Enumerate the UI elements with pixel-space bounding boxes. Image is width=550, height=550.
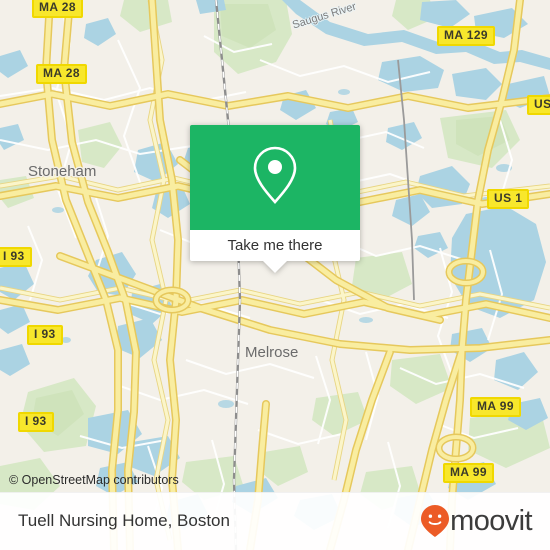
moovit-smiley-pin-icon xyxy=(420,504,450,538)
highway-shield-ma-99[interactable]: MA 99 xyxy=(470,397,521,417)
callout-action-bar[interactable]: Take me there xyxy=(190,230,360,273)
moovit-wordmark: moovit xyxy=(450,504,532,537)
highway-shield-i-93-north[interactable]: I 93 xyxy=(0,247,32,267)
highway-shield-i-93-mid[interactable]: I 93 xyxy=(27,325,63,345)
callout-pointer-tail xyxy=(263,261,287,273)
highway-shield-i-93-south[interactable]: I 93 xyxy=(18,412,54,432)
place-label-melrose: Melrose xyxy=(245,344,299,361)
location-callout[interactable]: Take me there xyxy=(190,125,360,273)
map-screenshot: Stoneham Melrose Saugus River MA 28 MA 2… xyxy=(0,0,550,550)
footer-bar: Tuell Nursing Home, Boston moovit xyxy=(0,492,550,550)
highway-shield-ma-99-south[interactable]: MA 99 xyxy=(443,463,494,483)
place-title: Tuell Nursing Home, Boston xyxy=(18,511,230,530)
highway-shield-us-1-top[interactable]: US 1 xyxy=(527,95,550,115)
callout-image-panel xyxy=(190,125,360,230)
osm-attribution[interactable]: © OpenStreetMap contributors xyxy=(9,473,179,487)
map-canvas[interactable]: Stoneham Melrose Saugus River MA 28 MA 2… xyxy=(0,0,550,550)
highway-shield-ma-28-north[interactable]: MA 28 xyxy=(32,0,83,18)
footer-divider xyxy=(0,492,550,493)
highway-shield-ma-28[interactable]: MA 28 xyxy=(36,64,87,84)
take-me-there-label: Take me there xyxy=(227,237,323,254)
highway-shield-us-1[interactable]: US 1 xyxy=(487,189,530,209)
moovit-logo[interactable]: moovit xyxy=(420,504,533,538)
highway-shield-ma-129[interactable]: MA 129 xyxy=(437,26,495,46)
place-label-stoneham: Stoneham xyxy=(28,163,97,180)
map-pin-icon xyxy=(248,144,302,211)
